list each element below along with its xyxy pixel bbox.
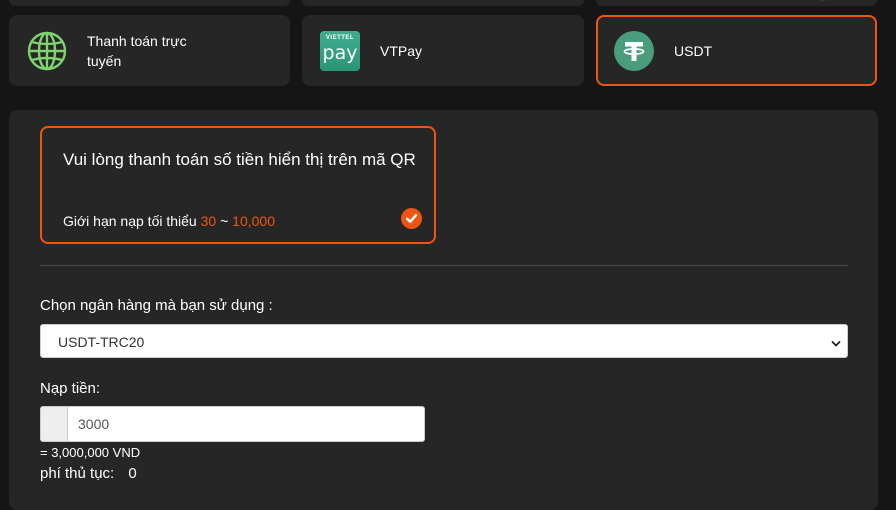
amount-input-addon — [41, 407, 68, 441]
limit-prefix: Giới hạn nạp tối thiểu — [63, 213, 197, 229]
method-card-online-payment[interactable]: Thanh toán trực tuyến — [9, 15, 290, 86]
fee-label: phí thủ tục: — [40, 465, 115, 482]
limit-max: 10,000 — [232, 213, 275, 229]
converted-amount: = 3,000,000 VND — [40, 445, 141, 460]
notice-title: Vui lòng thanh toán số tiền hiển thị trê… — [63, 150, 416, 169]
method-card-partial[interactable] — [596, 0, 877, 6]
method-label: VTPay — [380, 42, 423, 59]
bank-select[interactable]: USDT-TRC20 — [40, 324, 848, 358]
method-label: Thanh toán trực tuyến — [87, 32, 187, 69]
fee-value: 0 — [128, 465, 137, 482]
deposit-amount-input[interactable] — [68, 407, 418, 441]
vtpay-icon: VIETTEL pay — [320, 30, 360, 71]
bank-select-label: Chọn ngân hàng mà bạn sử dụng : — [40, 297, 273, 314]
method-card-partial[interactable] — [302, 0, 584, 6]
tether-icon — [614, 30, 654, 71]
bank-select-value: USDT-TRC20 — [58, 334, 145, 350]
globe-icon — [26, 30, 68, 72]
check-circle-icon — [401, 208, 422, 229]
vtpay-icon-pay: pay — [322, 41, 358, 64]
deposit-amount-group — [40, 406, 425, 442]
fee-row: phí thủ tục: 0 — [40, 465, 137, 482]
method-card-vtpay[interactable]: VIETTEL pay VTPay — [302, 15, 584, 86]
deposit-amount-label: Nạp tiền: — [40, 380, 101, 397]
qr-notice-option[interactable]: Vui lòng thanh toán số tiền hiển thị trê… — [40, 126, 436, 244]
method-label: USDT — [674, 42, 713, 59]
limit-min: 30 — [200, 213, 217, 229]
vtpay-icon-brand: VIETTEL — [325, 34, 355, 41]
method-card-usdt[interactable]: USDT — [596, 15, 877, 86]
limit-separator: ~ — [220, 213, 229, 229]
divider — [40, 265, 848, 266]
method-card-partial[interactable] — [9, 0, 290, 6]
deposit-limit: Giới hạn nạp tối thiểu 30 ~ 10,000 — [63, 213, 275, 229]
chevron-down-icon — [831, 336, 841, 347]
